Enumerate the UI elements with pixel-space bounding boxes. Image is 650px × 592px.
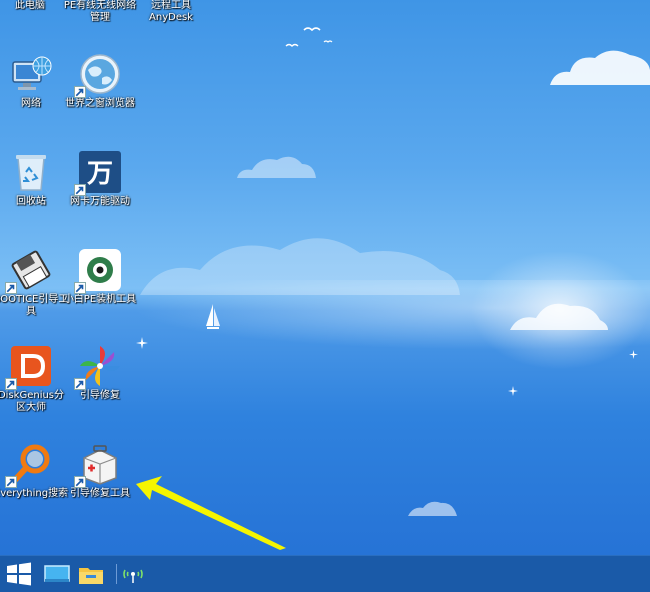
desktop-icon-everything[interactable]: Everything搜索 bbox=[0, 442, 69, 500]
xiaobai-label: 小白PE装机工具 bbox=[63, 294, 137, 305]
shortcut-arrow-icon bbox=[74, 378, 86, 390]
start-button[interactable] bbox=[4, 560, 34, 588]
show-desktop-icon bbox=[44, 565, 70, 582]
cloud-horizon bbox=[140, 238, 460, 295]
taskbar bbox=[0, 555, 650, 592]
pinwheel-icon bbox=[74, 344, 122, 390]
desktop-icon-xiaobai[interactable]: 小白PE装机工具 bbox=[62, 248, 138, 306]
sparkle bbox=[508, 386, 518, 396]
recycle-bin-label: 回收站 bbox=[16, 196, 46, 207]
nic-driver-label: 网卡万能驱动 bbox=[70, 196, 130, 207]
desktop-icon-boot-repair[interactable]: 引导修复 bbox=[62, 344, 138, 402]
recycle-bin-icon bbox=[9, 150, 53, 194]
magnifier-icon bbox=[5, 442, 53, 488]
browser-label: 世界之窗浏览器 bbox=[65, 98, 135, 109]
floppy-icon bbox=[5, 248, 53, 294]
show-desktop-button[interactable] bbox=[42, 560, 72, 588]
anydesk-label[interactable]: 远程工具AnyDesk bbox=[133, 0, 209, 24]
this-pc-label[interactable]: 此电脑 bbox=[0, 0, 68, 12]
desktop-icon-network[interactable]: 网络 bbox=[0, 52, 69, 110]
xiaobai-icon bbox=[74, 248, 122, 294]
shortcut-arrow-icon bbox=[5, 378, 17, 390]
network-computer-icon bbox=[9, 52, 53, 96]
first-aid-kit-icon bbox=[74, 442, 122, 488]
desktop-icon-nic-driver[interactable]: 万 网卡万能驱动 bbox=[62, 150, 138, 208]
shortcut-arrow-icon bbox=[5, 282, 17, 294]
birds bbox=[285, 27, 333, 47]
shortcut-arrow-icon bbox=[5, 476, 17, 488]
sailboat bbox=[206, 304, 220, 329]
shortcut-arrow-icon bbox=[74, 282, 86, 294]
desktop-icon-boot-repair-tool[interactable]: 引导修复工具 bbox=[62, 442, 138, 500]
sparkle bbox=[629, 350, 638, 359]
globe-icon bbox=[74, 52, 122, 98]
yellow-arrow bbox=[136, 476, 286, 550]
diskgenius-icon bbox=[5, 344, 53, 390]
windows-start-icon bbox=[7, 562, 31, 586]
network-label: 网络 bbox=[21, 98, 41, 109]
wireless-network-icon bbox=[123, 569, 143, 583]
shortcut-arrow-icon bbox=[74, 476, 86, 488]
cloud-middle bbox=[237, 156, 316, 178]
file-explorer-button[interactable] bbox=[76, 560, 106, 588]
shortcut-arrow-icon bbox=[74, 86, 86, 98]
cloud-bottom bbox=[408, 501, 457, 516]
file-explorer-icon bbox=[79, 568, 103, 584]
wan-glyph: 万 bbox=[87, 159, 113, 189]
taskbar-separator bbox=[116, 564, 117, 584]
desktop-icon-browser[interactable]: 世界之窗浏览器 bbox=[62, 52, 138, 110]
shortcut-arrow-icon bbox=[74, 184, 86, 196]
boot-repair-label: 引导修复 bbox=[80, 390, 120, 401]
wan-icon: 万 bbox=[74, 150, 122, 196]
pe-network-manager-label[interactable]: PE有线无线网络管理 bbox=[62, 0, 138, 24]
cloud-low-right bbox=[510, 303, 608, 330]
cloud-top-right bbox=[550, 50, 650, 85]
boot-repair-tool-label: 引导修复工具 bbox=[70, 488, 130, 499]
desktop-icon-diskgenius[interactable]: DiskGenius分区大师 bbox=[0, 344, 69, 414]
desktop-icon-bootice[interactable]: BOOTICE引导工具 bbox=[0, 248, 69, 318]
desktop: 此电脑 PE有线无线网络管理 远程工具AnyDesk 网络 世界之窗浏览器 回收… bbox=[0, 0, 650, 555]
network-tray-button[interactable] bbox=[118, 560, 148, 588]
desktop-icon-recycle-bin[interactable]: 回收站 bbox=[0, 150, 69, 208]
